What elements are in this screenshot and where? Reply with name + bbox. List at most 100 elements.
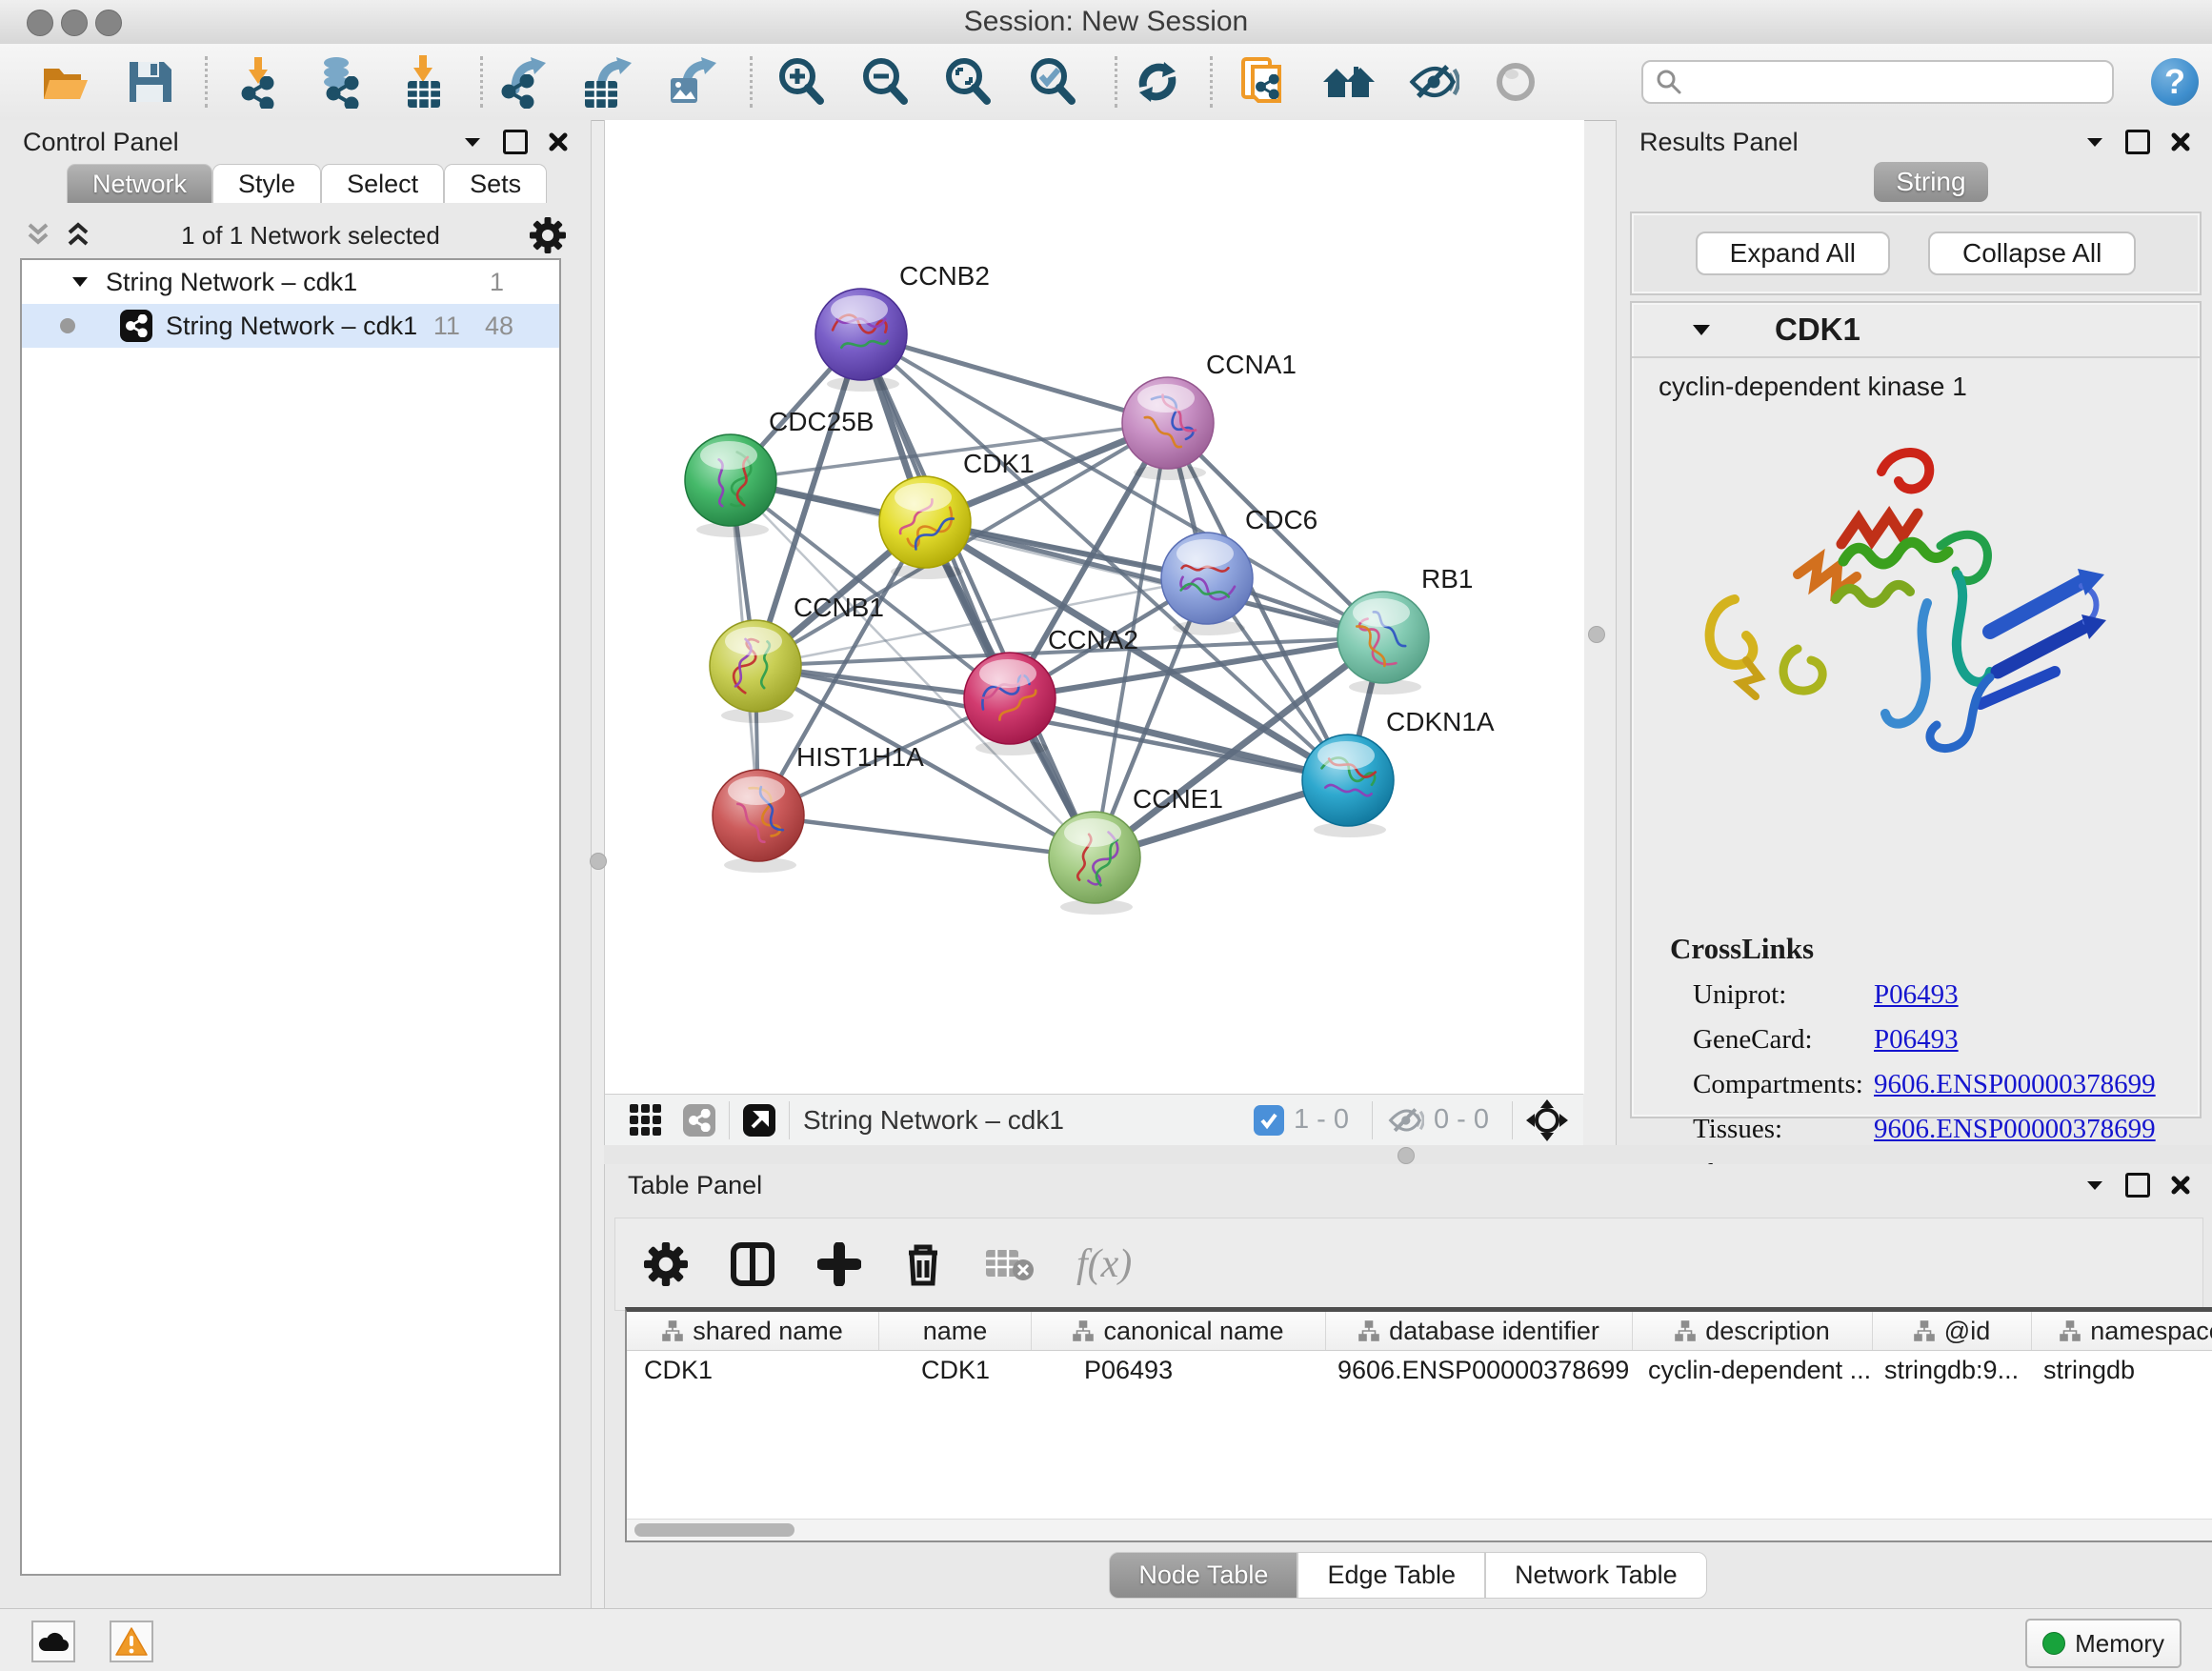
refresh-icon[interactable]: [1127, 51, 1188, 112]
tab-select[interactable]: Select: [321, 164, 444, 203]
tab-network[interactable]: Network: [67, 164, 212, 203]
memory-status-dot: [2042, 1632, 2065, 1655]
zoom-fit-icon[interactable]: [937, 51, 998, 112]
import-network-file-icon[interactable]: [229, 51, 290, 112]
column-header: namespace: [2032, 1312, 2212, 1350]
network-node-CCNE1[interactable]: CCNE1: [1049, 784, 1223, 915]
tab-string[interactable]: String: [1874, 162, 1988, 202]
cloud-button[interactable]: [31, 1621, 75, 1662]
export-table-icon[interactable]: [578, 51, 639, 112]
tab-edge-table[interactable]: Edge Table: [1297, 1552, 1485, 1599]
cell-id: stringdb:9...: [1873, 1351, 2032, 1389]
float-panel-icon[interactable]: [2125, 130, 2150, 154]
network-collection-row[interactable]: String Network – cdk1 1: [22, 260, 559, 304]
network-view: CCNB2CCNA1CDC25BCDK1CDC6RB1CCNB1CCNA2CDK…: [604, 120, 1584, 1094]
collection-expand-icon[interactable]: [71, 275, 89, 289]
network-node-label: CCNE1: [1133, 784, 1223, 814]
network-node-RB1[interactable]: RB1: [1337, 564, 1473, 695]
memory-button[interactable]: Memory: [2025, 1619, 2182, 1668]
network-tree: String Network – cdk1 1 String Network –…: [20, 258, 561, 1576]
close-panel-icon[interactable]: [2171, 1176, 2190, 1195]
copy-network-style-icon[interactable]: [1234, 51, 1295, 112]
crosslink-uniprot-link[interactable]: P06493: [1874, 979, 1959, 1011]
network-node-HIST1H1A[interactable]: HIST1H1A: [713, 742, 924, 873]
hide-panel-eye-icon[interactable]: [1402, 51, 1463, 112]
panel-menu-icon[interactable]: [2085, 1178, 2104, 1192]
expand-all-networks-icon[interactable]: [65, 221, 91, 250]
warnings-button[interactable]: [110, 1621, 153, 1662]
panel-menu-icon[interactable]: [463, 135, 482, 149]
table-row[interactable]: CDK1 CDK1 P06493 9606.ENSP00000378699 cy…: [627, 1351, 2212, 1389]
float-panel-icon[interactable]: [503, 130, 528, 154]
network-node-label: CDKN1A: [1386, 707, 1495, 736]
column-header: database identifier: [1326, 1312, 1633, 1350]
show-columns-icon[interactable]: [730, 1241, 775, 1287]
network-canvas[interactable]: CCNB2CCNA1CDC25BCDK1CDC6RB1CCNB1CCNA2CDK…: [605, 120, 1584, 1094]
save-session-icon[interactable]: [119, 51, 180, 112]
tab-sets[interactable]: Sets: [444, 164, 547, 203]
table-horizontal-scrollbar[interactable]: [627, 1519, 2212, 1540]
close-panel-icon[interactable]: [2171, 132, 2190, 151]
center-view-crosshair-icon[interactable]: [1526, 1099, 1568, 1141]
network-node-CCNB1[interactable]: CCNB1: [710, 593, 884, 723]
network-node-label: HIST1H1A: [796, 742, 924, 772]
footer-separator: [1512, 1101, 1513, 1139]
main-toolbar: ?: [0, 44, 2212, 121]
grid-view-icon[interactable]: [628, 1102, 664, 1138]
delete-column-trash-icon[interactable]: [903, 1241, 943, 1287]
left-splitter-handle[interactable]: [590, 853, 607, 870]
string-view-icon[interactable]: [683, 1104, 715, 1137]
import-table-icon[interactable]: [393, 51, 454, 112]
column-header: description: [1633, 1312, 1873, 1350]
tab-network-table[interactable]: Network Table: [1485, 1552, 1707, 1599]
node-table[interactable]: shared name name canonical name database…: [625, 1307, 2212, 1542]
cytoscape-window: Session: New Session: [0, 0, 2212, 1671]
network-node-label: CDC6: [1245, 505, 1317, 534]
zoom-in-icon[interactable]: [771, 51, 832, 112]
import-network-database-icon[interactable]: [308, 51, 369, 112]
zoom-selected-icon[interactable]: [1022, 51, 1083, 112]
export-image-icon[interactable]: [661, 51, 722, 112]
crosslink-genecard-link[interactable]: P06493: [1874, 1024, 1959, 1056]
scrollbar-thumb[interactable]: [634, 1523, 794, 1537]
tab-style[interactable]: Style: [212, 164, 321, 203]
panel-menu-icon[interactable]: [2085, 135, 2104, 149]
open-session-icon[interactable]: [34, 51, 95, 112]
window-titlebar: Session: New Session: [0, 0, 2212, 45]
help-button[interactable]: ?: [2151, 58, 2199, 106]
results-panel-title: Results Panel: [1639, 128, 1799, 157]
close-panel-icon[interactable]: [549, 132, 568, 151]
collapse-all-networks-icon[interactable]: [25, 221, 51, 250]
home-icon[interactable]: [1318, 51, 1379, 112]
crosslink-tissues-link[interactable]: 9606.ENSP00000378699: [1874, 1114, 2156, 1145]
string-network-icon: [120, 310, 152, 342]
birds-eye-view-icon[interactable]: [743, 1104, 775, 1137]
bottom-splitter-handle[interactable]: [1398, 1147, 1415, 1164]
collapse-all-button[interactable]: Collapse All: [1928, 232, 2136, 275]
zoom-out-icon[interactable]: [855, 51, 915, 112]
export-network-icon[interactable]: [494, 51, 555, 112]
crosslink-compartments-link[interactable]: 9606.ENSP00000378699: [1874, 1069, 2156, 1100]
table-options-gear-icon[interactable]: [644, 1242, 688, 1286]
search-input[interactable]: [1641, 60, 2114, 104]
network-node-CCNA1[interactable]: CCNA1: [1122, 350, 1297, 480]
float-panel-icon[interactable]: [2125, 1173, 2150, 1198]
expand-all-button[interactable]: Expand All: [1696, 232, 1890, 275]
network-row[interactable]: String Network – cdk1 11 48: [22, 304, 559, 348]
search-icon: [1655, 68, 1683, 96]
table-panel-title: Table Panel: [628, 1171, 762, 1200]
collapse-section-icon[interactable]: [1691, 322, 1712, 337]
hidden-items-eye-icon[interactable]: [1386, 1104, 1424, 1137]
create-column-plus-icon[interactable]: [817, 1242, 861, 1286]
node-result-header[interactable]: CDK1: [1632, 303, 2200, 358]
crosslink-label: GeneCard:: [1693, 1024, 1874, 1056]
status-bar: Memory: [0, 1608, 2212, 1671]
tab-node-table[interactable]: Node Table: [1109, 1552, 1297, 1599]
right-splitter-handle[interactable]: [1588, 626, 1605, 643]
network-node-CDKN1A[interactable]: CDKN1A: [1302, 707, 1495, 837]
crosslink-label: Tissues:: [1693, 1114, 1874, 1145]
network-node-label: CCNB2: [899, 261, 990, 291]
network-options-gear-icon[interactable]: [530, 217, 566, 253]
footer-separator: [1372, 1101, 1373, 1139]
selected-nodes-checkbox-icon[interactable]: [1254, 1105, 1284, 1136]
